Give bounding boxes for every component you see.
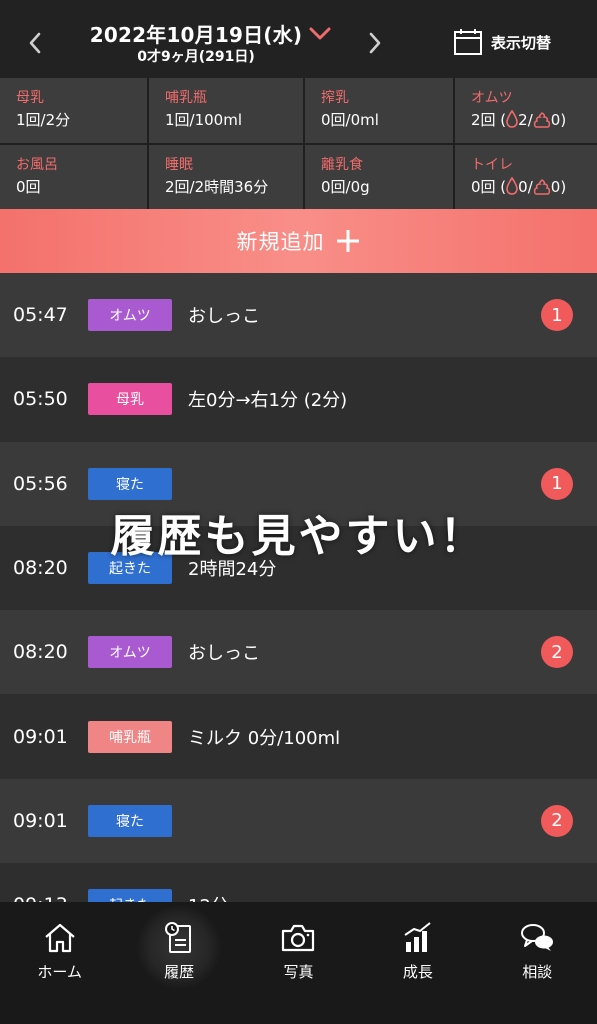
record-time: 05:56: [13, 472, 68, 495]
summary-title: オムツ: [471, 90, 513, 106]
poo-count: 0: [550, 178, 561, 196]
summary-value: 0回 (0/0): [471, 177, 597, 197]
summary-value: 0回/0ml: [321, 111, 379, 129]
summary-value: 1回/2分: [16, 111, 71, 129]
summary-breastfeed[interactable]: 母乳 1回/2分: [0, 78, 149, 143]
record-detail: おしっこ: [188, 306, 260, 328]
record-count-badge: 2: [541, 636, 573, 669]
add-record-button[interactable]: 新規追加: [0, 209, 597, 273]
summary-title: 離乳食: [321, 157, 363, 173]
plus-icon: [336, 230, 359, 252]
record-tag: オムツ: [88, 636, 172, 669]
nav-photos[interactable]: 写真: [239, 902, 358, 1012]
pee-count: 2: [518, 111, 528, 129]
header: 2022年10月19日(水) 0才9ヶ月(291日) 表示切替: [0, 0, 597, 78]
nav-home[interactable]: ホーム: [0, 902, 119, 1012]
home-icon: [44, 923, 75, 953]
poo-icon: [533, 112, 550, 128]
record-count-badge: 1: [541, 467, 573, 500]
paren-close: ): [560, 111, 567, 129]
record-time: 08:20: [13, 641, 68, 664]
record-detail: 左0分→右1分 (2分): [188, 390, 348, 412]
summary-value: 0回: [16, 178, 41, 196]
record-row[interactable]: 05:50 母乳 左0分→右1分 (2分): [0, 357, 597, 442]
summary-title: 睡眠: [165, 157, 193, 173]
previous-day-button[interactable]: [20, 26, 50, 60]
next-day-button[interactable]: [360, 26, 390, 60]
nav-label: 成長: [402, 963, 433, 981]
summary-title: 母乳: [16, 90, 44, 106]
camera-icon: [282, 924, 315, 952]
record-tag: 母乳: [88, 383, 172, 416]
nav-growth[interactable]: 成長: [358, 902, 477, 1012]
baby-age: 0才9ヶ月(291日): [137, 49, 255, 65]
app-root: 2022年10月19日(水) 0才9ヶ月(291日) 表示切替 母乳 1回/2分: [0, 0, 597, 1024]
summary-title: お風呂: [16, 157, 58, 173]
record-time: 05:47: [13, 304, 68, 327]
summary-count: 2回 (: [471, 111, 507, 129]
record-row[interactable]: 09:01 哺乳瓶 ミルク 0分/100ml: [0, 694, 597, 779]
daily-summary: 母乳 1回/2分 哺乳瓶 1回/100ml 搾乳 0回/0ml オムツ 2回 (…: [0, 78, 597, 211]
record-tag: 哺乳瓶: [88, 720, 172, 753]
chevron-left-icon: [29, 32, 41, 54]
summary-title: トイレ: [471, 157, 513, 173]
summary-sleep[interactable]: 睡眠 2回/2時間36分: [149, 145, 305, 211]
record-row[interactable]: 08:20 オムツ おしっこ 2: [0, 610, 597, 695]
pee-count: 0: [518, 178, 528, 196]
summary-value: 0回/0g: [321, 178, 370, 196]
record-tag: オムツ: [88, 299, 172, 332]
record-time: 05:50: [13, 388, 68, 411]
nav-consult[interactable]: 相談: [478, 902, 597, 1012]
summary-pumping[interactable]: 搾乳 0回/0ml: [305, 78, 455, 143]
paren-close: ): [560, 178, 567, 196]
promo-overlay-caption: 履歴も見やすい！: [110, 511, 487, 562]
calendar-icon: [454, 29, 482, 55]
summary-count: 0回 (: [471, 178, 507, 196]
poo-count: 0: [550, 111, 561, 129]
record-row[interactable]: 05:47 オムツ おしっこ 1: [0, 273, 597, 358]
bottom-navigation: ホーム 履歴 写真 成長 相談: [0, 902, 597, 1024]
record-detail: おしっこ: [188, 643, 260, 665]
summary-bottle[interactable]: 哺乳瓶 1回/100ml: [149, 78, 305, 143]
nav-history[interactable]: 履歴: [119, 902, 238, 1012]
record-row[interactable]: 09:01 寝た 2: [0, 778, 597, 864]
summary-toilet[interactable]: トイレ 0回 (0/0): [455, 145, 597, 211]
record-count-badge: 2: [541, 804, 573, 837]
nav-label: 履歴: [164, 963, 195, 981]
summary-value: 2回 (2/0): [471, 110, 597, 130]
record-list: 05:47 オムツ おしっこ 1 05:50 母乳 左0分→右1分 (2分) 0…: [0, 273, 597, 948]
record-tag: 寝た: [88, 804, 172, 837]
record-count-badge: 1: [541, 299, 573, 332]
chevron-down-icon[interactable]: [308, 26, 332, 42]
view-toggle-label: 表示切替: [491, 33, 552, 52]
add-record-label: 新規追加: [236, 230, 325, 254]
chevron-right-icon: [369, 32, 381, 54]
record-time: 09:01: [13, 725, 68, 748]
nav-label: 写真: [283, 963, 314, 981]
pee-drop-icon: [506, 110, 518, 128]
nav-label: 相談: [522, 963, 553, 981]
record-time: 09:01: [13, 809, 68, 832]
summary-value: 1回/100ml: [165, 111, 243, 129]
record-detail: ミルク 0分/100ml: [188, 727, 341, 749]
chat-icon: [521, 924, 554, 951]
pee-drop-icon: [506, 177, 518, 195]
poo-icon: [533, 179, 550, 195]
nav-label: ホーム: [37, 963, 82, 981]
view-toggle-button[interactable]: 表示切替: [453, 26, 551, 58]
date-title[interactable]: 2022年10月19日(水): [86, 19, 306, 48]
summary-bath[interactable]: お風呂 0回: [0, 145, 149, 211]
summary-diaper[interactable]: オムツ 2回 (2/0): [455, 78, 597, 143]
record-tag: 寝た: [88, 467, 172, 500]
summary-baby-food[interactable]: 離乳食 0回/0g: [305, 145, 455, 211]
summary-value: 2回/2時間36分: [165, 178, 269, 196]
summary-title: 哺乳瓶: [165, 90, 207, 106]
summary-title: 搾乳: [321, 90, 349, 106]
growth-icon: [404, 922, 431, 952]
history-icon: [165, 922, 192, 953]
